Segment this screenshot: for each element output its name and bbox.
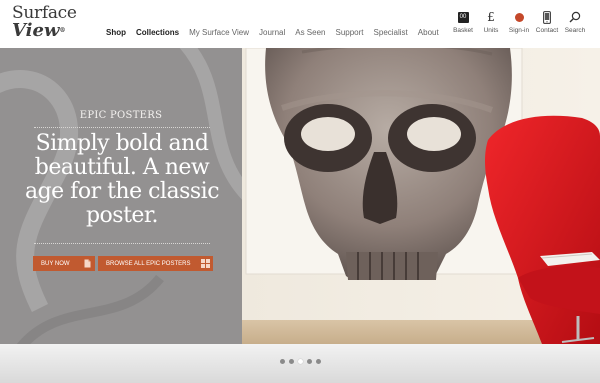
surface-view-logo[interactable]: Surface View® [12, 5, 92, 40]
buy-now-label: BUY NOW [41, 260, 70, 267]
document-icon [84, 259, 91, 268]
nav-support[interactable]: Support [336, 28, 364, 37]
utility-nav: 00 Basket £ Units Sign-in Contact Search [448, 10, 588, 34]
carousel-dot[interactable] [306, 359, 312, 364]
phone-icon [543, 10, 551, 24]
hero-banner: EPIC POSTERS Simply bold and beautiful. … [0, 48, 600, 344]
basket-button[interactable]: 00 Basket [450, 10, 476, 34]
browse-all-button[interactable]: BROWSE ALL EPIC POSTERS [98, 256, 213, 271]
divider [34, 243, 210, 244]
search-label: Search [564, 27, 586, 34]
grid-icon [201, 259, 210, 268]
sign-in-button[interactable]: Sign-in [506, 10, 532, 34]
carousel-dot[interactable] [315, 359, 321, 364]
search-icon [569, 11, 581, 23]
divider [34, 127, 210, 128]
carousel-dot[interactable] [279, 359, 285, 364]
basket-icon: 00 [457, 11, 469, 23]
nav-specialist[interactable]: Specialist [374, 28, 408, 37]
nav-my-surface-view[interactable]: My Surface View [189, 28, 249, 37]
units-button[interactable]: £ Units [478, 10, 504, 34]
basket-label: Basket [453, 27, 473, 34]
hero-photo-skull-poster[interactable] [242, 48, 600, 344]
contact-button[interactable]: Contact [534, 10, 560, 34]
sign-in-icon [514, 12, 524, 22]
units-label: Units [483, 27, 499, 34]
buy-now-button[interactable]: BUY NOW [33, 256, 95, 271]
search-button[interactable]: Search [562, 10, 588, 34]
main-nav: Shop Collections My Surface View Journal… [106, 28, 449, 37]
hero-headline: Simply bold and beautiful. A new age for… [24, 131, 220, 228]
site-header: Surface View® Shop Collections My Surfac… [0, 0, 600, 48]
currency-icon: £ [487, 10, 495, 24]
carousel-dot[interactable] [288, 359, 294, 364]
browse-all-label: BROWSE ALL EPIC POSTERS [106, 260, 191, 267]
carousel-dot-active[interactable] [297, 359, 303, 364]
nav-about[interactable]: About [418, 28, 439, 37]
hero-text-panel: EPIC POSTERS Simply bold and beautiful. … [0, 48, 242, 344]
contact-label: Contact [535, 27, 559, 34]
carousel-dots [0, 359, 600, 364]
nav-journal[interactable]: Journal [259, 28, 285, 37]
nav-collections[interactable]: Collections [136, 28, 179, 37]
nav-as-seen[interactable]: As Seen [295, 28, 325, 37]
logo-word-view: View® [12, 20, 66, 41]
nav-shop[interactable]: Shop [106, 28, 126, 37]
hero-kicker: EPIC POSTERS [79, 110, 163, 121]
carousel-bar [0, 344, 600, 383]
sign-in-label: Sign-in [508, 27, 530, 34]
